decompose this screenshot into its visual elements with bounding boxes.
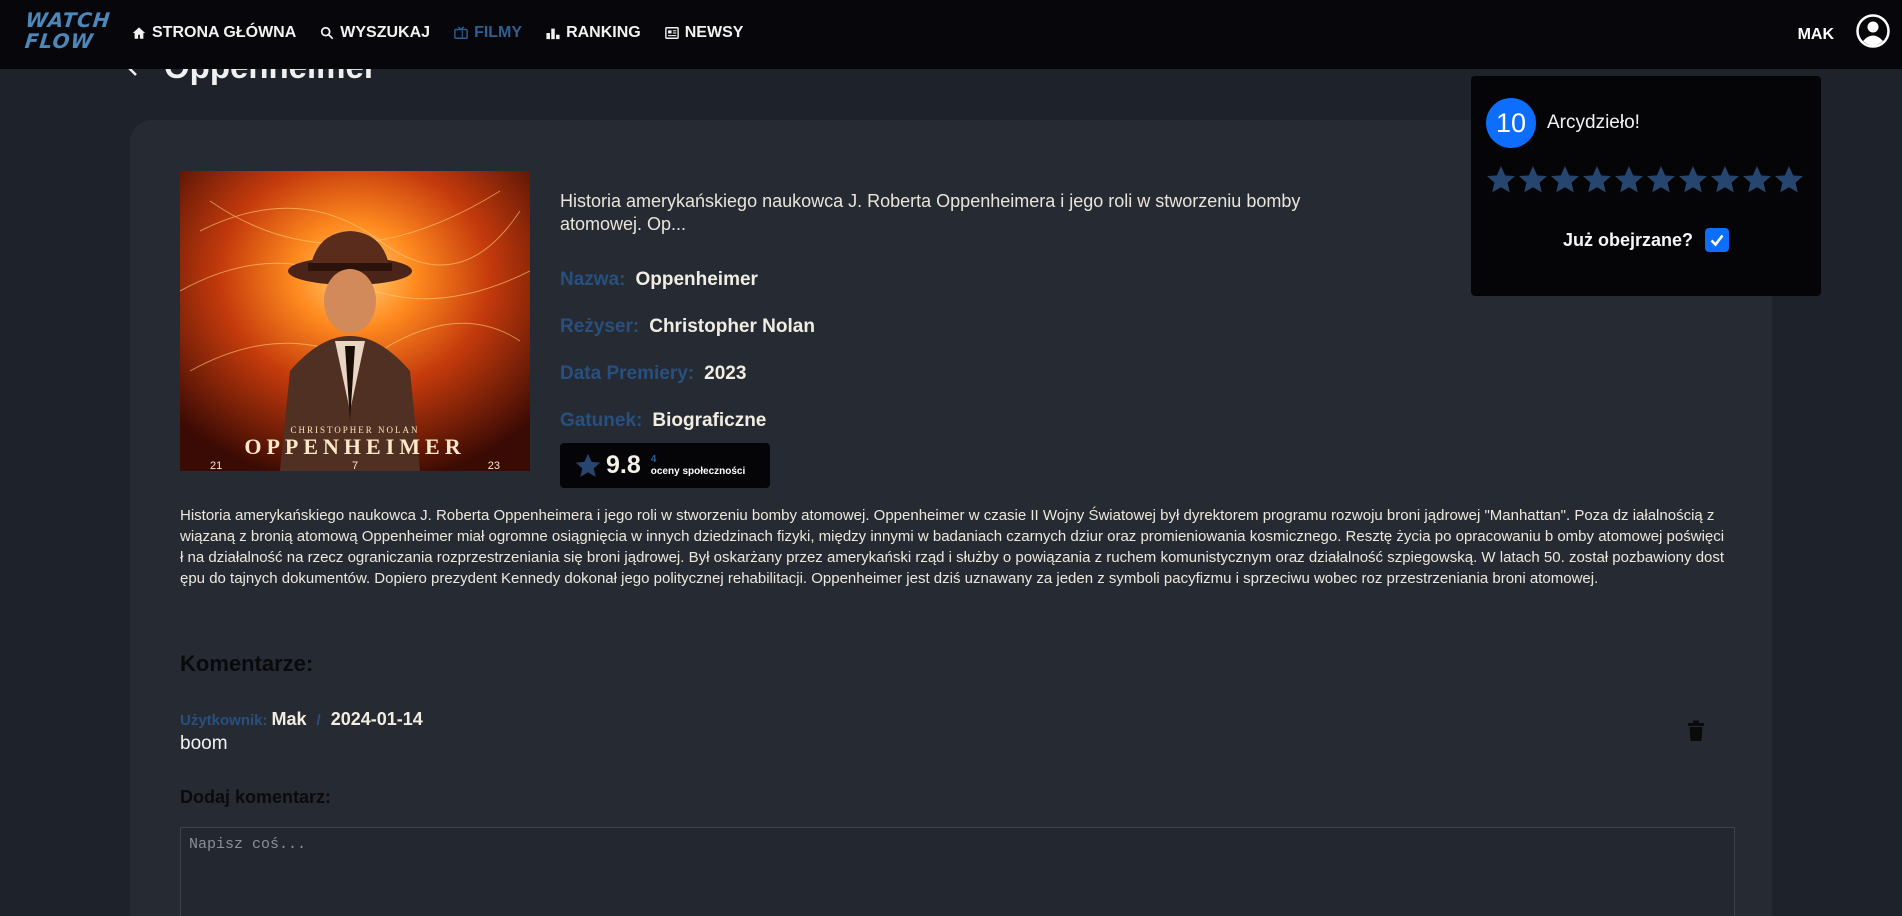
long-description: Historia amerykańskiego naukowca J. Robe… — [180, 507, 1725, 587]
star-icon — [575, 453, 601, 477]
comment-input[interactable] — [180, 827, 1735, 916]
rating-value: 9.8 — [606, 451, 641, 479]
top-navbar: WATCH FLOW STRONA GŁÓWNA WYSZUKAJ FILMY … — [0, 0, 1902, 69]
checkmark-icon — [1710, 234, 1724, 247]
meta-genre-label: Gatunek: — [560, 410, 643, 431]
comment-user-label: Użytkownik: — [180, 712, 268, 729]
rating-star-3[interactable] — [1549, 164, 1581, 196]
user-rating-popup: 10 Arcydzieło! Już obejrzane? — [1471, 76, 1821, 296]
meta-director: Reżyser: Christopher Nolan — [560, 316, 815, 338]
home-icon — [132, 27, 146, 39]
nav-item-label: STRONA GŁÓWNA — [152, 24, 297, 41]
news-icon — [664, 27, 679, 39]
meta-name: Nazwa: Oppenheimer — [560, 269, 758, 291]
meta-release-label: Data Premiery: — [560, 363, 695, 384]
watched-label: Już obejrzane? — [1563, 229, 1694, 250]
meta-release: Data Premiery: 2023 — [560, 363, 746, 385]
rating-star-7[interactable] — [1677, 164, 1709, 196]
rating-count: 4 — [650, 453, 657, 465]
meta-name-label: Nazwa: — [560, 269, 626, 290]
meta-director-value: Christopher Nolan — [649, 316, 815, 337]
nav-item-ranking[interactable]: RANKING — [546, 24, 641, 42]
watchflow-logo[interactable]: WATCH FLOW — [21, 8, 112, 60]
nav-item-label: WYSZUKAJ — [340, 24, 431, 41]
nav-item-movies[interactable]: FILMY — [454, 24, 522, 42]
nav-item-search[interactable]: WYSZUKAJ — [320, 24, 430, 42]
comment-date: 2024-01-14 — [330, 709, 423, 729]
trash-icon[interactable] — [1687, 720, 1705, 742]
movie-poster: CHRISTOPHER NOLAN OPPENHEIMER 21 7 23 — [180, 171, 530, 471]
meta-genre-value: Biograficzne — [652, 410, 767, 431]
logo-line-1: WATCH — [24, 8, 112, 32]
nav-item-label: NEWSY — [684, 24, 744, 41]
user-avatar-icon[interactable] — [1856, 14, 1890, 48]
nav-username[interactable]: MAK — [1798, 26, 1834, 44]
nav-item-label: RANKING — [566, 24, 641, 41]
community-rating-badge: 9.8 4 oceny społeczności — [560, 443, 770, 488]
rating-star-10[interactable] — [1773, 164, 1805, 196]
poster-date-day: 21 — [210, 460, 222, 471]
nav-menu: STRONA GŁÓWNA WYSZUKAJ FILMY RANKING NEW… — [132, 0, 743, 66]
search-icon — [321, 26, 334, 40]
poster-title: OPPENHEIMER — [244, 434, 465, 459]
rating-star-8[interactable] — [1709, 164, 1741, 196]
watched-checkbox[interactable] — [1705, 228, 1730, 252]
rating-meta: 4 oceny społeczności — [651, 454, 745, 478]
comment-text: boom — [180, 733, 228, 754]
user-score: 10 — [1486, 98, 1536, 148]
short-description: Historia amerykańskiego naukowca J. Robe… — [560, 191, 1301, 234]
nav-item-news[interactable]: NEWSY — [664, 24, 744, 42]
rating-star-4[interactable] — [1581, 164, 1613, 196]
poster-date-year: 23 — [488, 460, 500, 471]
comments-heading: Komentarze: — [180, 651, 314, 676]
rating-star-1[interactable] — [1485, 164, 1517, 196]
add-comment-heading: Dodaj komentarz: — [180, 787, 332, 807]
meta-genre: Gatunek: Biograficzne — [560, 410, 766, 432]
star-rating-selector[interactable] — [1485, 164, 1805, 196]
rating-star-9[interactable] — [1741, 164, 1773, 196]
poster-date-month: 7 — [352, 460, 358, 471]
nav-item-home[interactable]: STRONA GŁÓWNA — [132, 24, 296, 42]
comment-user: Mak — [271, 709, 307, 729]
nav-item-label: FILMY — [474, 24, 523, 41]
rating-star-6[interactable] — [1645, 164, 1677, 196]
comment-header: Użytkownik: Mak / 2024-01-14 — [180, 709, 423, 730]
rating-star-2[interactable] — [1517, 164, 1549, 196]
meta-release-value: 2023 — [704, 363, 747, 384]
ranking-icon — [546, 28, 560, 40]
comment-separator: / — [316, 712, 321, 729]
score-label: Arcydzieło! — [1547, 112, 1640, 133]
tv-icon — [454, 26, 468, 39]
meta-director-label: Reżyser: — [560, 316, 640, 337]
logo-line-2: FLOW — [23, 29, 96, 53]
watched-toggle[interactable]: Już obejrzane? — [1563, 228, 1730, 252]
rating-star-5[interactable] — [1613, 164, 1645, 196]
meta-name-value: Oppenheimer — [635, 269, 758, 290]
rating-caption: oceny społeczności — [650, 465, 746, 477]
